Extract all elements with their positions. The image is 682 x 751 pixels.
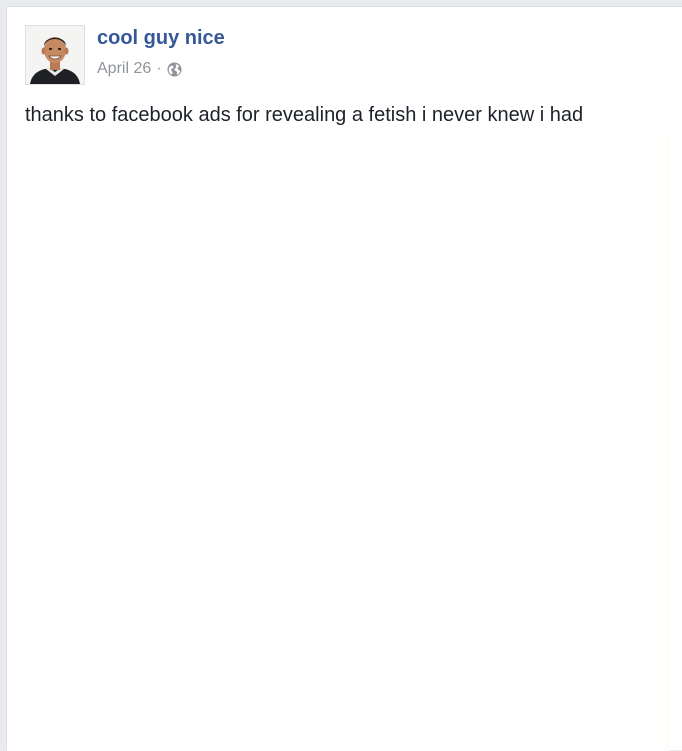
feed-post: cool guy nice April 26 · thanks to faceb… <box>6 6 682 751</box>
profile-photo <box>26 26 84 84</box>
author-name-link[interactable]: cool guy nice <box>97 27 225 50</box>
avatar[interactable] <box>25 25 85 85</box>
post-date-link[interactable]: April 26 <box>97 60 151 78</box>
post-body-text: thanks to facebook ads for revealing a f… <box>25 104 584 126</box>
meta-separator: · <box>156 60 162 77</box>
post-meta: April 26 · <box>97 60 182 78</box>
post-media-image[interactable] <box>7 135 669 751</box>
globe-icon[interactable] <box>167 62 182 77</box>
media-edge <box>655 135 669 751</box>
